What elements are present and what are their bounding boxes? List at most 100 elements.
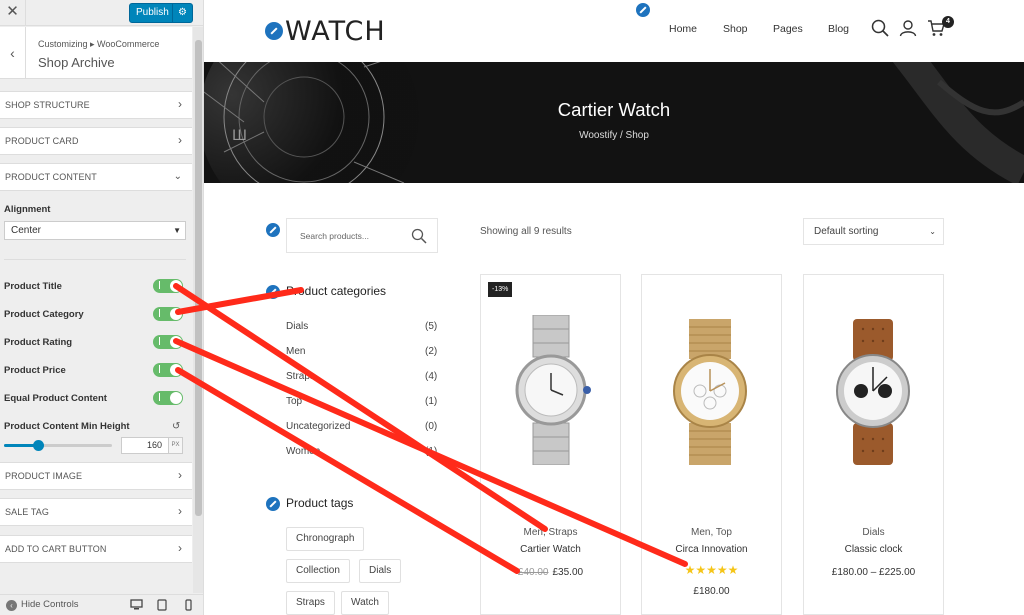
category-link[interactable]: Men — [286, 346, 305, 357]
section-product-image[interactable]: Product Image › — [0, 462, 192, 490]
product-image[interactable] — [829, 319, 919, 465]
logo-text: WATCH — [285, 16, 386, 47]
section-product-content[interactable]: Product Content ⌄ — [0, 163, 192, 191]
category-link[interactable]: Dials — [286, 321, 308, 332]
sorting-select[interactable]: Default sorting ⌄ — [803, 218, 944, 245]
chevron-right-icon: › — [178, 468, 182, 482]
chevron-down-icon: ⌄ — [929, 227, 936, 236]
sorting-value: Default sorting — [814, 226, 879, 237]
edit-shortcut-icon[interactable] — [264, 221, 282, 239]
tag-link[interactable]: Straps — [286, 591, 335, 615]
alignment-value: Center — [11, 225, 42, 236]
toggle-label-product-price: Product Price — [4, 365, 66, 376]
result-count: Showing all 9 results — [480, 226, 572, 237]
nav-blog[interactable]: Blog — [828, 23, 849, 35]
gear-icon[interactable]: ⚙ — [172, 4, 192, 22]
hide-controls-button[interactable]: ‹ Hide Controls — [6, 599, 79, 611]
toggle-equal-product-content[interactable] — [153, 391, 183, 405]
sidebar-scroll-thumb[interactable] — [195, 40, 202, 516]
star-rating: ★★★★★ — [684, 563, 739, 577]
chevron-right-icon: › — [178, 133, 182, 147]
toggle-label-product-category: Product Category — [4, 309, 84, 320]
nav-shop[interactable]: Shop — [723, 23, 748, 35]
category-count: (2) — [425, 346, 438, 357]
toggle-product-rating[interactable] — [153, 335, 183, 349]
desktop-icon[interactable] — [130, 599, 143, 610]
category-link[interactable]: Top — [286, 396, 302, 407]
category-link[interactable]: Uncategorized — [286, 421, 350, 432]
category-count: (4) — [425, 371, 438, 382]
min-height-label: Product Content Min Height — [4, 421, 130, 432]
section-add-to-cart-button[interactable]: Add To Cart Button › — [0, 535, 192, 563]
section-shop-structure[interactable]: Shop Structure › — [0, 91, 192, 119]
product-search[interactable]: Search products... — [286, 218, 438, 253]
panel-title: Shop Archive — [38, 55, 115, 70]
nav-home[interactable]: Home — [669, 23, 697, 35]
edit-shortcut-icon[interactable] — [634, 1, 652, 19]
alignment-select[interactable]: Center ▼ — [4, 221, 186, 240]
old-price: £40.00 — [517, 567, 549, 578]
collapse-icon: ‹ — [6, 600, 17, 611]
toggle-product-category[interactable] — [153, 307, 183, 321]
section-sale-tag[interactable]: Sale Tag › — [0, 498, 192, 526]
caret-down-icon: ▼ — [173, 226, 181, 235]
toggle-product-title[interactable] — [153, 279, 183, 293]
search-icon[interactable] — [411, 228, 427, 244]
tag-link[interactable]: Collection — [286, 559, 350, 583]
product-card[interactable]: Men, Top Circa Innovation ★★★★★ £180.00 — [641, 274, 782, 615]
toggle-label-product-rating: Product Rating — [4, 337, 73, 348]
edit-shortcut-icon[interactable] — [264, 495, 282, 513]
nav-pages[interactable]: Pages — [773, 23, 803, 35]
publish-button[interactable]: Publish ⚙ — [129, 3, 193, 23]
product-image[interactable] — [667, 319, 757, 465]
toggle-label-product-title: Product Title — [4, 281, 62, 292]
category-link[interactable]: Straps — [286, 371, 315, 382]
chevron-right-icon: › — [178, 504, 182, 518]
breadcrumb: Customizing ▸ WooCommerce — [38, 39, 160, 49]
section-label: Shop Structure — [5, 100, 90, 110]
section-product-card[interactable]: Product Card › — [0, 127, 192, 155]
product-card[interactable]: -13% Men, Straps Cartier Watch £40.00 £35… — [480, 274, 621, 615]
product-price: £40.00 £35.00 — [481, 567, 620, 578]
toggle-label-equal-content: Equal Product Content — [4, 393, 107, 404]
product-category[interactable]: Men, Straps — [481, 527, 620, 538]
product-title[interactable]: Classic clock — [804, 544, 943, 555]
toggle-product-price[interactable] — [153, 363, 183, 377]
hero-watch-sketch: Ш — [204, 62, 1024, 183]
cart-count-badge: 4 — [942, 16, 954, 28]
customizer-sidebar: ✕ Publish ⚙ ‹ Customizing ▸ WooCommerce … — [0, 0, 204, 615]
tag-link[interactable]: Dials — [359, 559, 402, 583]
product-image[interactable] — [511, 315, 591, 465]
product-title[interactable]: Cartier Watch — [481, 544, 620, 555]
publish-label: Publish — [136, 7, 169, 18]
edit-shortcut-icon[interactable] — [264, 283, 282, 301]
section-label: Product Content — [5, 172, 97, 182]
categories-title: Product categories — [286, 284, 387, 298]
tag-link[interactable]: Watch — [341, 591, 389, 615]
category-link[interactable]: Women — [286, 446, 320, 457]
user-icon[interactable] — [899, 19, 917, 37]
tags-title: Product tags — [286, 496, 354, 510]
category-count: (5) — [425, 321, 438, 332]
section-label: Product Card — [5, 136, 79, 146]
tablet-icon[interactable] — [157, 599, 167, 611]
min-height-slider-handle[interactable] — [33, 440, 44, 451]
product-card[interactable]: Dials Classic clock £180.00 – £225.00 — [803, 274, 944, 615]
back-arrow-icon[interactable]: ‹ — [0, 27, 26, 79]
product-price: £180.00 — [693, 586, 730, 597]
min-height-input[interactable]: 160 — [121, 437, 169, 454]
search-icon[interactable] — [871, 19, 889, 37]
divider — [4, 259, 186, 260]
page-hero-banner: Ш — [204, 62, 1024, 183]
current-price: £35.00 — [552, 567, 584, 578]
close-icon[interactable]: ✕ — [0, 0, 26, 26]
reset-icon[interactable]: ↺ — [172, 421, 180, 432]
logo-edit-icon — [265, 22, 283, 40]
product-category[interactable]: Dials — [804, 527, 943, 538]
product-title[interactable]: Circa Innovation — [642, 544, 781, 555]
product-category[interactable]: Men, Top — [642, 527, 781, 538]
tag-link[interactable]: Chronograph — [286, 527, 365, 551]
breadcrumb: Woostify / Shop — [579, 130, 649, 141]
chevron-down-icon: ⌄ — [173, 171, 182, 182]
mobile-icon[interactable] — [185, 599, 192, 611]
